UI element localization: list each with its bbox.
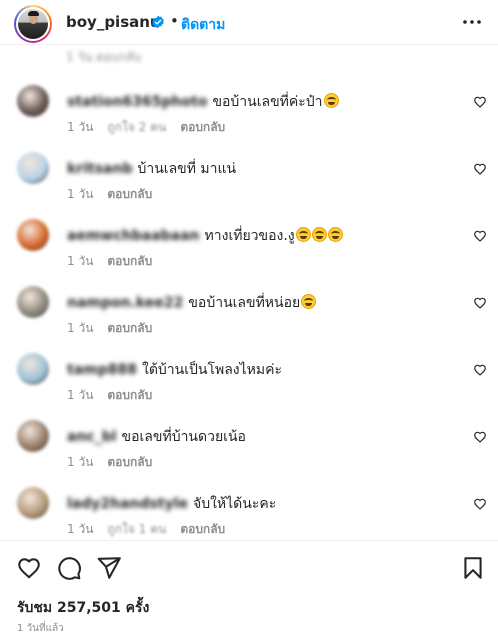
comment-username[interactable]: aemwchbaabaan bbox=[67, 228, 200, 244]
reply-button[interactable]: ตอบกลับ bbox=[180, 522, 225, 536]
comment-like-heart-icon[interactable] bbox=[473, 95, 487, 109]
post-timestamp: 1 วันที่แล้ว bbox=[17, 623, 64, 634]
comment-like-heart-icon[interactable] bbox=[473, 497, 487, 511]
comment-avatar[interactable] bbox=[17, 420, 49, 452]
reply-button[interactable]: ตอบกลับ bbox=[107, 187, 152, 201]
comment-meta: 1 วัน ตอบกลับ bbox=[67, 453, 166, 472]
more-dots-icon[interactable] bbox=[460, 12, 484, 32]
header-username[interactable]: boy_pisanu bbox=[66, 13, 161, 31]
comment-item: nampon.kee22 ขอบ้านเลขที่หน่อย 1 วัน ตอบกลั… bbox=[0, 286, 498, 352]
post-header: boy_pisanu • ติดตาม bbox=[0, 0, 498, 45]
reply-button[interactable]: ตอบกลับ bbox=[107, 388, 152, 402]
comment-avatar[interactable] bbox=[17, 487, 49, 519]
comment-line: nampon.kee22 ขอบ้านเลขที่หน่อย bbox=[67, 292, 317, 314]
comment-meta: 1 วัน ตอบกลับ bbox=[67, 252, 166, 271]
laughing-emoji bbox=[301, 294, 317, 309]
reply-button[interactable]: ตอบกลับ bbox=[180, 120, 225, 134]
comment-like-heart-icon[interactable] bbox=[473, 363, 487, 377]
comment-time: 1 วัน bbox=[67, 254, 94, 268]
avatar[interactable] bbox=[14, 5, 52, 43]
comment-line: anc_bl ขอเลขที่บ้านดวยเน้อ bbox=[67, 426, 246, 448]
heart-icon[interactable] bbox=[16, 555, 42, 581]
laughing-emoji bbox=[295, 227, 311, 242]
partial-comment-meta: 1 วัน ตอบกลับ bbox=[66, 50, 142, 64]
comment-line: lady2handstyle จับให้ได้นะคะ bbox=[67, 493, 276, 515]
comment-item: aemwchbaabaan ทางเที่ยวของ.งู 1 วัน ตอบกลับ bbox=[0, 219, 498, 285]
reply-button[interactable]: ตอบกลับ bbox=[107, 455, 152, 469]
comment-time: 1 วัน bbox=[67, 321, 94, 335]
comment-time: 1 วัน bbox=[67, 522, 94, 536]
comment-text: ขอบ้านเลขที่หน่อย bbox=[188, 295, 301, 311]
comment-username[interactable]: anc_bl bbox=[67, 429, 117, 445]
comment-item: anc_bl ขอเลขที่บ้านดวยเน้อ 1 วัน ตอบกลับ bbox=[0, 420, 498, 486]
comment-time: 1 วัน bbox=[67, 120, 94, 134]
comment-username[interactable]: tamp888 bbox=[67, 362, 137, 378]
heart-eyes-emoji bbox=[323, 93, 339, 108]
comment-meta: 1 วัน ตอบกลับ bbox=[67, 185, 166, 204]
comment-item: kritsanb บ้านเลขที่ มาแน่ 1 วัน ตอบกลับ bbox=[0, 152, 498, 218]
comment-text: ขอเลขที่บ้านดวยเน้อ bbox=[121, 429, 246, 445]
view-count: รับชม 257,501 ครั้ง bbox=[17, 600, 150, 616]
comment-item: station6365photo ขอบ้านเลขที่ค่ะป๋า 1 วัน ถ… bbox=[0, 85, 498, 151]
comment-time: 1 วัน bbox=[67, 388, 94, 402]
comment-avatar[interactable] bbox=[17, 219, 49, 251]
comment-like-heart-icon[interactable] bbox=[473, 162, 487, 176]
post-comments-panel: boy_pisanu • ติดตาม 1 วัน ตอบกลับ statio… bbox=[0, 0, 498, 639]
comment-time: 1 วัน bbox=[67, 455, 94, 469]
comments-list[interactable]: 1 วัน ตอบกลับ station6365photo ขอบ้านเลขท… bbox=[0, 45, 498, 540]
comment-text: บ้านเลขที่ มาแน่ bbox=[137, 161, 237, 177]
comment-meta: 1 วัน ถูกใจ 2 คน ตอบกลับ bbox=[67, 118, 239, 137]
follow-button[interactable]: ติดตาม bbox=[181, 14, 225, 36]
laughing-emoji bbox=[311, 227, 327, 242]
comment-like-count[interactable]: ถูกใจ 2 คน bbox=[107, 120, 166, 134]
comment-avatar[interactable] bbox=[17, 85, 49, 117]
comment-line: station6365photo ขอบ้านเลขที่ค่ะป๋า bbox=[67, 91, 339, 113]
comment-avatar[interactable] bbox=[17, 152, 49, 184]
comment-line: kritsanb บ้านเลขที่ มาแน่ bbox=[67, 158, 236, 180]
comment-username[interactable]: nampon.kee22 bbox=[67, 295, 183, 311]
comment-meta: 1 วัน ตอบกลับ bbox=[67, 386, 166, 405]
paper-plane-icon[interactable] bbox=[96, 555, 122, 581]
comment-line: tamp888 ใต้บ้านเป็นโพลงไหมค่ะ bbox=[67, 359, 282, 381]
laughing-emoji bbox=[327, 227, 343, 242]
comment-like-count[interactable]: ถูกใจ 1 คน bbox=[107, 522, 166, 536]
comment-bubble-icon[interactable] bbox=[56, 555, 82, 581]
comment-username[interactable]: station6365photo bbox=[67, 94, 207, 110]
comment-like-heart-icon[interactable] bbox=[473, 296, 487, 310]
separator-dot: • bbox=[170, 12, 179, 30]
comment-username[interactable]: kritsanb bbox=[67, 161, 132, 177]
comment-text: ทางเที่ยวของ.งู bbox=[204, 228, 295, 244]
comment-text: จับให้ได้นะคะ bbox=[192, 496, 277, 512]
bookmark-icon[interactable] bbox=[460, 555, 486, 581]
comment-like-heart-icon[interactable] bbox=[473, 229, 487, 243]
comment-meta: 1 วัน ตอบกลับ bbox=[67, 319, 166, 338]
comment-like-heart-icon[interactable] bbox=[473, 430, 487, 444]
verified-badge-icon bbox=[152, 15, 164, 29]
comment-line: aemwchbaabaan ทางเที่ยวของ.งู bbox=[67, 225, 343, 247]
reply-button[interactable]: ตอบกลับ bbox=[107, 321, 152, 335]
comment-text: ใต้บ้านเป็นโพลงไหมค่ะ bbox=[141, 362, 283, 378]
post-actions: รับชม 257,501 ครั้ง 1 วันที่แล้ว bbox=[0, 540, 498, 639]
comment-item: lady2handstyle จับให้ได้นะคะ 1 วัน ถูกใจ 1 … bbox=[0, 487, 498, 540]
comment-time: 1 วัน bbox=[67, 187, 94, 201]
comment-avatar[interactable] bbox=[17, 353, 49, 385]
comment-item: tamp888 ใต้บ้านเป็นโพลงไหมค่ะ 1 วัน ตอบกลับ bbox=[0, 353, 498, 419]
comment-meta: 1 วัน ถูกใจ 1 คน ตอบกลับ bbox=[67, 520, 239, 539]
comment-text: ขอบ้านเลขที่ค่ะป๋า bbox=[212, 94, 323, 110]
comment-username[interactable]: lady2handstyle bbox=[67, 496, 188, 512]
reply-button[interactable]: ตอบกลับ bbox=[107, 254, 152, 268]
comment-avatar[interactable] bbox=[17, 286, 49, 318]
